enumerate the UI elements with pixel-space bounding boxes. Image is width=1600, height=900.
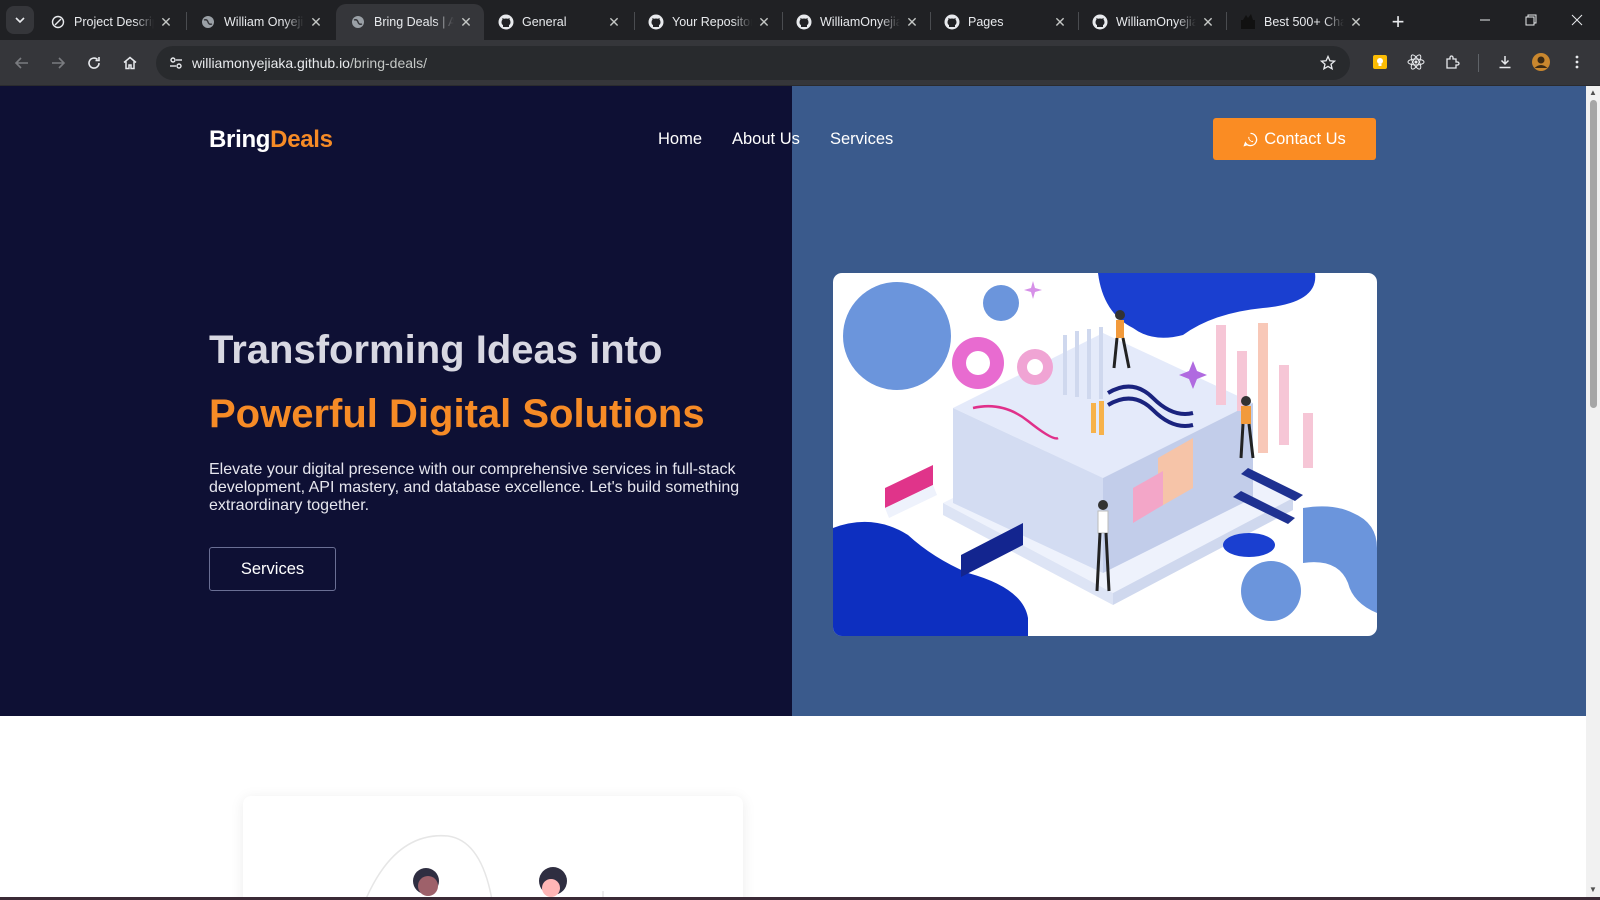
github-icon [648, 14, 664, 30]
about-illustration-card [243, 796, 743, 900]
close-icon[interactable]: ✕ [458, 14, 474, 30]
contact-us-button[interactable]: Contact Us [1213, 118, 1376, 160]
url-host: williamonyejiaka.github.io [192, 55, 350, 71]
hero-lead-text: Elevate your digital presence with our c… [209, 461, 740, 514]
scroll-up-arrow-icon[interactable]: ▲ [1589, 89, 1597, 97]
tab-title: Pages [968, 15, 1004, 29]
minimize-icon [1480, 19, 1490, 21]
keep-extension-icon[interactable] [1368, 50, 1392, 74]
nav-home[interactable]: Home [658, 130, 702, 149]
tab-title: Your Repositories [672, 15, 752, 29]
tab-title: General [522, 15, 567, 29]
reload-icon [88, 57, 100, 69]
page-scrollbar[interactable]: ▲ ▼ [1586, 86, 1600, 900]
close-icon[interactable]: ✕ [904, 14, 920, 30]
profile-avatar[interactable] [1529, 50, 1553, 74]
close-icon [1571, 14, 1583, 26]
tab-title: Bring Deals | A [374, 15, 454, 29]
github-icon [944, 14, 960, 30]
people-illustration [364, 834, 604, 900]
react-devtools-icon[interactable] [1404, 50, 1428, 74]
github-icon [1092, 14, 1108, 30]
arrow-right-icon [52, 57, 66, 69]
close-icon[interactable]: ✕ [606, 14, 622, 30]
nav-about-us[interactable]: About Us [732, 130, 800, 149]
tab-best-500[interactable]: Best 500+ Cha ✕ [1226, 4, 1374, 40]
hero-heading-line1: Transforming Ideas into [209, 328, 663, 372]
close-icon[interactable]: ✕ [158, 14, 174, 30]
globe-icon [200, 14, 216, 30]
tab-strip: Project Description ✕ William Onyejiaka … [0, 0, 1600, 40]
hero-illustration-card [833, 273, 1377, 636]
isometric-tech-illustration [833, 273, 1377, 636]
close-icon[interactable]: ✕ [1348, 14, 1364, 30]
tab-william-onyejiaka-github-2[interactable]: WilliamOnyejiaka ✕ [1078, 4, 1226, 40]
tab-general[interactable]: General ✕ [484, 4, 632, 40]
tab-title: WilliamOnyejiaka [1116, 15, 1196, 29]
github-icon [498, 14, 514, 30]
scrollbar-thumb[interactable] [1590, 100, 1597, 408]
nav-services[interactable]: Services [830, 130, 893, 149]
extensions-puzzle-icon[interactable] [1440, 50, 1464, 74]
back-button[interactable] [8, 49, 36, 77]
arrow-left-icon [14, 57, 28, 69]
globe-icon [350, 14, 366, 30]
tab-william-onyejiaka[interactable]: William Onyejiaka ✕ [186, 4, 334, 40]
tab-bring-deals[interactable]: Bring Deals | A ✕ [336, 4, 484, 40]
close-window-button[interactable] [1554, 0, 1600, 40]
tab-william-onyejiaka-github[interactable]: WilliamOnyejiaka ✕ [782, 4, 930, 40]
forward-button[interactable] [44, 49, 72, 77]
menu-kebab-icon[interactable] [1565, 50, 1589, 74]
tab-title: Project Description [74, 15, 154, 29]
address-bar[interactable]: williamonyejiaka.github.io/bring-deals/ [156, 46, 1350, 80]
restore-button[interactable] [1508, 0, 1554, 40]
url-path: /bring-deals/ [349, 55, 428, 71]
restore-icon [1525, 14, 1537, 26]
page-viewport: BringDeals Home About Us Services Contac… [0, 86, 1586, 900]
home-button[interactable] [116, 49, 144, 77]
toolbar-separator [1478, 54, 1479, 72]
home-icon [123, 56, 137, 70]
github-icon [796, 14, 812, 30]
scroll-down-arrow-icon[interactable]: ▼ [1589, 886, 1597, 894]
hero-heading-line2: Powerful Digital Solutions [209, 392, 705, 436]
minimize-button[interactable] [1462, 0, 1508, 40]
site-info-icon[interactable] [164, 51, 188, 75]
url-text[interactable]: williamonyejiaka.github.io/bring-deals/ [192, 55, 427, 71]
logo-bring: Bring [209, 126, 271, 153]
reload-button[interactable] [80, 49, 108, 77]
bookmark-star-icon[interactable] [1316, 51, 1340, 75]
services-button[interactable]: Services [209, 547, 336, 591]
logo-deals: Deals [270, 126, 333, 153]
download-icon[interactable] [1493, 50, 1517, 74]
close-icon[interactable]: ✕ [308, 14, 324, 30]
close-icon[interactable]: ✕ [1052, 14, 1068, 30]
tab-title: WilliamOnyejiaka [820, 15, 900, 29]
site-icon [1240, 14, 1256, 30]
tab-project-description[interactable]: Project Description ✕ [36, 4, 184, 40]
contact-us-label: Contact Us [1264, 129, 1346, 148]
whatsapp-icon [1243, 132, 1258, 147]
tab-title: Best 500+ Cha [1264, 15, 1344, 29]
tab-title: William Onyejiaka [224, 15, 304, 29]
site-logo[interactable]: BringDeals [209, 126, 333, 154]
close-icon[interactable]: ✕ [1200, 14, 1216, 30]
chevron-down-icon [15, 17, 25, 24]
tab-pages[interactable]: Pages ✕ [930, 4, 1078, 40]
tab-your-repositories[interactable]: Your Repositories ✕ [634, 4, 782, 40]
browser-toolbar: williamonyejiaka.github.io/bring-deals/ [0, 40, 1600, 86]
link-icon [50, 14, 66, 30]
new-tab-button[interactable]: + [1384, 8, 1412, 36]
tab-search-button[interactable] [6, 6, 34, 34]
hero-section: BringDeals Home About Us Services Contac… [0, 86, 1586, 716]
close-icon[interactable]: ✕ [756, 14, 772, 30]
